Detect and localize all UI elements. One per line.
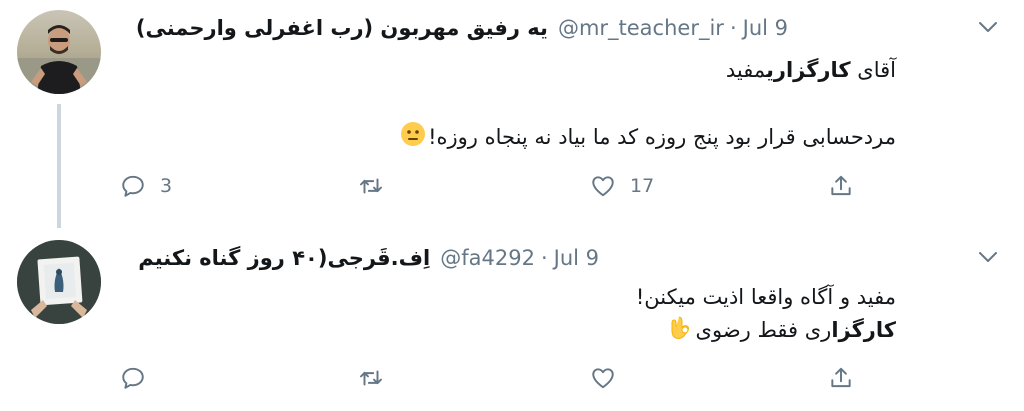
share-button[interactable] xyxy=(828,169,854,203)
like-count: 17 xyxy=(630,175,655,197)
display-name[interactable]: اِف.قَرجی(۴۰ روز گناه نکنیم xyxy=(138,246,430,270)
hashtag-bold: کارگزا xyxy=(831,318,896,342)
like-icon xyxy=(592,368,614,389)
timestamp[interactable]: Jul 9 xyxy=(554,246,599,270)
avatar[interactable] xyxy=(17,240,101,324)
tweet-menu-button[interactable] xyxy=(974,16,1002,38)
ok-hand-emoji xyxy=(670,314,694,348)
like-icon xyxy=(592,176,614,197)
hashtag-bold: کارگزاری xyxy=(765,58,851,82)
tweet-header: اِف.قَرجی(۴۰ روز گناه نکنیم @fa4292 · Ju… xyxy=(138,244,599,272)
share-button[interactable] xyxy=(828,361,854,395)
tweet[interactable]: اِف.قَرجی(۴۰ روز گناه نکنیم @fa4292 · Ju… xyxy=(0,228,1024,411)
reply-icon xyxy=(122,175,144,197)
display-name[interactable]: یه رفیق مهربون (رب اغفرلی وارحمنی) xyxy=(136,16,548,40)
separator: · xyxy=(540,246,548,270)
tweet-text-line: کارگزاری فقط رضوی xyxy=(668,314,896,348)
tweet-header: یه رفیق مهربون (رب اغفرلی وارحمنی) @mr_t… xyxy=(136,14,788,42)
reply-count: 3 xyxy=(160,175,173,197)
text-segment: مفید و آگاه واقعا اذیت میکنن! xyxy=(635,285,896,309)
tweet-actions: 3 17 xyxy=(120,169,880,203)
retweet-icon xyxy=(360,178,382,194)
retweet-button[interactable] xyxy=(358,169,398,203)
avatar[interactable] xyxy=(17,10,101,94)
tweet-actions xyxy=(120,361,880,395)
tweet-text-line: آقای کارگزاریمفید xyxy=(726,55,896,85)
share-icon xyxy=(831,175,851,196)
thread-line xyxy=(57,104,61,228)
text-segment: ری فقط رضوی xyxy=(695,318,832,342)
tweet[interactable]: یه رفیق مهربون (رب اغفرلی وارحمنی) @mr_t… xyxy=(0,0,1024,228)
like-button[interactable] xyxy=(590,361,630,395)
text-segment: مفید xyxy=(725,58,766,82)
retweet-button[interactable] xyxy=(358,361,398,395)
reply-button[interactable] xyxy=(120,361,160,395)
user-handle[interactable]: @fa4292 xyxy=(440,246,535,270)
text-segment: مردحسابی قرار بود پنج روزه کد ما بیاد نه… xyxy=(428,125,896,149)
reply-button[interactable]: 3 xyxy=(120,169,172,203)
tweet-menu-button[interactable] xyxy=(974,246,1002,268)
text-segment: آقای xyxy=(850,58,896,82)
like-button[interactable]: 17 xyxy=(590,169,654,203)
retweet-icon xyxy=(360,370,382,386)
user-handle[interactable]: @mr_teacher_ir xyxy=(558,16,724,40)
tweet-text-line: مردحسابی قرار بود پنج روزه کد ما بیاد نه… xyxy=(398,121,896,155)
reply-icon xyxy=(122,367,144,389)
separator: · xyxy=(729,16,737,40)
tweet-text-line: مفید و آگاه واقعا اذیت میکنن! xyxy=(636,282,896,312)
neutral-face-emoji xyxy=(400,121,426,155)
chevron-down-icon xyxy=(979,22,997,32)
chevron-down-icon xyxy=(979,252,997,262)
share-icon xyxy=(831,367,851,388)
timestamp[interactable]: Jul 9 xyxy=(743,16,788,40)
